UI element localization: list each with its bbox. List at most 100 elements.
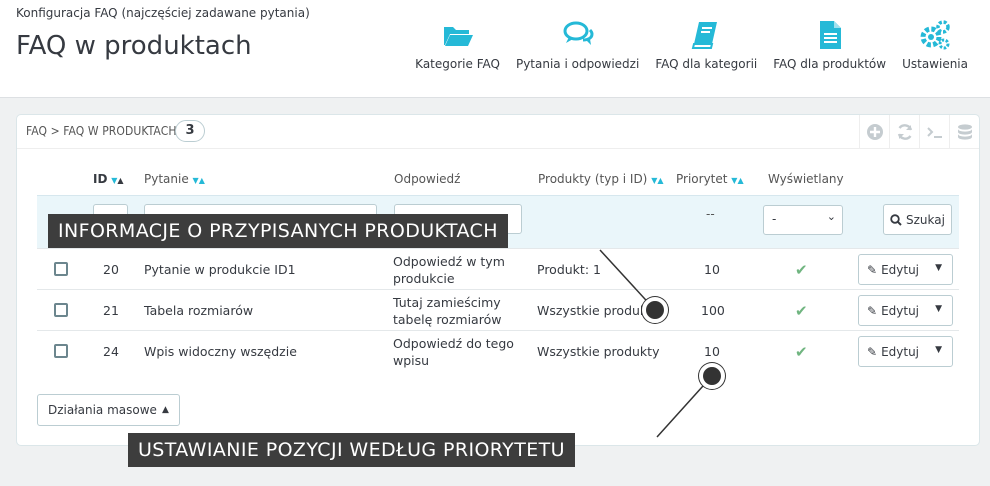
- row-checkbox[interactable]: [54, 262, 68, 276]
- sort-asc-icon[interactable]: ▲: [199, 176, 205, 185]
- toolbar-faq-categories[interactable]: Kategorie FAQ: [407, 18, 508, 71]
- col-question-label: Pytanie: [144, 172, 189, 186]
- document-icon: [819, 21, 841, 49]
- toolbar-settings[interactable]: Ustawienia: [894, 18, 976, 71]
- search-icon: [890, 213, 902, 226]
- toolbar-label: Kategorie FAQ: [415, 57, 500, 71]
- displayed-yes-icon[interactable]: ✔: [795, 249, 808, 290]
- answer-line: Tutaj zamieścimy: [393, 294, 501, 310]
- pencil-icon: ✎: [867, 262, 878, 277]
- edit-label: Edytuj: [881, 344, 920, 359]
- row-id: 20: [103, 262, 119, 277]
- toolbar-faq-for-products[interactable]: FAQ dla produktów: [765, 18, 894, 71]
- table-header: ID ▼▲ Pytanie ▼▲ Odpowiedź Produkty (typ…: [37, 155, 959, 195]
- toolbar-questions-answers[interactable]: Pytania i odpowiedzi: [508, 18, 647, 71]
- filter-displayed-select[interactable]: - ⌄: [763, 205, 843, 235]
- toolbar-faq-for-categories[interactable]: FAQ dla kategorii: [647, 18, 765, 71]
- toolbar-label: FAQ dla kategorii: [655, 57, 758, 71]
- edit-label: Edytuj: [881, 303, 920, 318]
- search-button[interactable]: Szukaj: [883, 204, 952, 235]
- displayed-yes-icon[interactable]: ✔: [795, 290, 808, 331]
- edit-button[interactable]: ✎ Edytuj ▼: [858, 254, 953, 285]
- pencil-icon: ✎: [867, 303, 878, 318]
- edit-label: Edytuj: [881, 262, 920, 277]
- row-question: Tabela rozmiarów: [144, 303, 254, 318]
- caret-down-icon[interactable]: ▼: [935, 345, 942, 355]
- panel-heading: FAQ > FAQ W PRODUKTACH 3: [17, 115, 979, 149]
- bulk-actions-label: Działania masowe: [48, 403, 157, 417]
- col-id[interactable]: ID ▼▲: [93, 172, 124, 186]
- toolbar-label: Ustawienia: [902, 57, 968, 71]
- sort-asc-icon[interactable]: ▲: [737, 176, 743, 185]
- col-answer: Odpowiedź: [394, 172, 461, 186]
- refresh-button[interactable]: [889, 115, 919, 149]
- breadcrumb: Konfiguracja FAQ (najczęściej zadawane p…: [16, 6, 310, 20]
- edit-button[interactable]: ✎ Edytuj ▼: [858, 295, 953, 326]
- panel-actions: [859, 115, 979, 149]
- row-checkbox[interactable]: [54, 344, 68, 358]
- row-products: Wszystkie produkty: [537, 344, 660, 359]
- col-question[interactable]: Pytanie ▼▲: [144, 172, 205, 186]
- row-answer: Tutaj zamieścimy tabelę rozmiarów: [393, 290, 501, 331]
- plus-circle-icon: [866, 124, 883, 140]
- faq-table: ID ▼▲ Pytanie ▼▲ Odpowiedź Produkty (typ…: [37, 155, 959, 371]
- callout-priority-info: USTAWIANIE POZYCJI WEDŁUG PRIORYTETU: [128, 433, 575, 467]
- row-id: 21: [103, 303, 119, 318]
- database-icon: [957, 124, 972, 140]
- row-question: Pytanie w produkcie ID1: [144, 262, 296, 277]
- sql-query-button[interactable]: [919, 115, 949, 149]
- filter-displayed-value: -: [772, 212, 777, 226]
- row-products: Produkt: 1: [537, 262, 601, 277]
- col-products-label: Produkty (typ i ID): [538, 172, 648, 186]
- caret-up-icon: ▲: [161, 405, 169, 415]
- toolbar-label: FAQ dla produktów: [773, 57, 887, 71]
- row-priority[interactable]: 100: [701, 290, 725, 331]
- gears-icon: [920, 20, 950, 50]
- callout-products-info: INFORMACJE O PRZYPISANYCH PRODUKTACH: [48, 214, 508, 248]
- answer-line: Odpowiedź w tym: [393, 253, 505, 269]
- sort-asc-icon[interactable]: ▲: [657, 176, 663, 185]
- caret-down-icon[interactable]: ▼: [935, 263, 942, 273]
- sort-asc-icon[interactable]: ▲: [117, 176, 123, 185]
- chevron-down-icon: ⌄: [826, 210, 836, 223]
- toolbar-label: Pytania i odpowiedzi: [515, 57, 640, 71]
- answer-line: tabelę rozmiarów: [393, 311, 502, 327]
- book-icon: [691, 22, 718, 49]
- count-badge: 3: [175, 120, 205, 142]
- table-row: 20 Pytanie w produkcie ID1 Odpowiedź w t…: [37, 248, 959, 289]
- row-id: 24: [103, 344, 119, 359]
- answer-line: produkcie: [393, 270, 455, 286]
- toolbar: Kategorie FAQ Pytania i odpowiedzi FAQ d…: [407, 18, 976, 71]
- col-id-label: ID: [93, 172, 108, 186]
- row-answer: Odpowiedź do tego wpisu: [393, 331, 514, 372]
- row-checkbox[interactable]: [54, 303, 68, 317]
- table-row: 21 Tabela rozmiarów Tutaj zamieścimy tab…: [37, 289, 959, 330]
- answer-line: Odpowiedź do tego: [393, 335, 514, 351]
- chat-bubbles-icon: [563, 21, 594, 45]
- page-title: FAQ w produktach: [16, 31, 252, 61]
- col-priority[interactable]: Priorytet ▼▲: [676, 172, 744, 186]
- refresh-icon: [897, 124, 912, 140]
- terminal-icon: [926, 127, 942, 138]
- export-sql-button[interactable]: [949, 115, 979, 149]
- row-answer: Odpowiedź w tym produkcie: [393, 249, 505, 290]
- callout-marker: [642, 297, 668, 323]
- folder-open-icon: [443, 27, 473, 46]
- col-displayed: Wyświetlany: [768, 172, 844, 186]
- filter-priority-none: --: [706, 207, 715, 221]
- row-priority[interactable]: 10: [704, 249, 720, 290]
- caret-down-icon[interactable]: ▼: [935, 304, 942, 314]
- faq-products-panel: FAQ > FAQ W PRODUKTACH 3 ID ▼▲ Pytanie ▼…: [16, 114, 980, 446]
- edit-button[interactable]: ✎ Edytuj ▼: [858, 336, 953, 367]
- add-new-button[interactable]: [859, 115, 889, 149]
- table-row: 24 Wpis widoczny wszędzie Odpowiedź do t…: [37, 330, 959, 371]
- col-priority-label: Priorytet: [676, 172, 728, 186]
- displayed-yes-icon[interactable]: ✔: [795, 331, 808, 372]
- bulk-actions-button[interactable]: Działania masowe ▲: [37, 394, 180, 426]
- panel-title: FAQ > FAQ W PRODUKTACH: [26, 124, 177, 138]
- pencil-icon: ✎: [867, 344, 878, 359]
- page-header: Konfiguracja FAQ (najczęściej zadawane p…: [0, 0, 990, 98]
- col-products[interactable]: Produkty (typ i ID) ▼▲: [538, 172, 664, 186]
- row-question: Wpis widoczny wszędzie: [144, 344, 297, 359]
- answer-line: wpisu: [393, 352, 430, 368]
